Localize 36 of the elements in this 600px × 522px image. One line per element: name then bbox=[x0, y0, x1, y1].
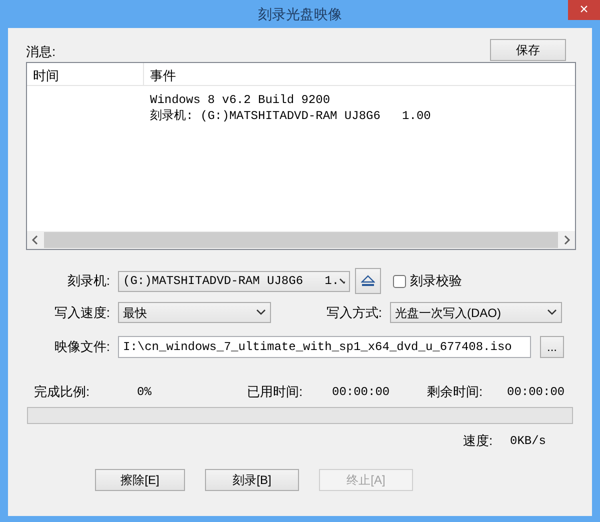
write-mode-dropdown[interactable]: 光盘一次写入(DAO) bbox=[390, 302, 562, 323]
write-mode-label: 写入方式: bbox=[325, 304, 383, 322]
remaining-label: 剩余时间: bbox=[427, 383, 484, 402]
action-button[interactable]: 擦除[E] bbox=[95, 469, 185, 491]
column-header[interactable]: 时间 bbox=[27, 63, 144, 85]
event-text: 刻录机: (G:)MATSHITADVD-RAM UJ8G6 1.00 bbox=[150, 109, 431, 123]
image-file-label: 映像文件: bbox=[53, 338, 111, 356]
image-file-field[interactable]: I:\cn_windows_7_ultimate_with_sp1_x64_dvd_u_677408.iso bbox=[118, 336, 531, 358]
write-speed-label: 写入速度: bbox=[53, 304, 111, 322]
elapsed-value: 00:00:00 bbox=[332, 384, 391, 401]
window-title: 刻录光盘映像 bbox=[258, 4, 342, 24]
chevron-icon bbox=[547, 309, 557, 316]
eject-icon bbox=[361, 275, 375, 287]
completion-value: 0% bbox=[137, 384, 152, 401]
speed-label: 速度: bbox=[463, 432, 494, 450]
messages-label: 消息: bbox=[26, 42, 56, 60]
write-speed-dropdown[interactable]: 最快 bbox=[118, 302, 271, 323]
eject-button[interactable] bbox=[355, 268, 381, 294]
completion-label: 完成比例: bbox=[34, 383, 91, 402]
recorder-dropdown[interactable]: (G:)MATSHITADVD-RAM UJ8G6 1. bbox=[118, 270, 350, 292]
action-button[interactable]: 刻录[B] bbox=[205, 469, 299, 491]
chevron-icon bbox=[339, 278, 345, 284]
event-text: Windows 8 v6.2 Build 9200 bbox=[150, 93, 330, 107]
verify-label: 刻录校验 bbox=[410, 272, 462, 290]
recorder-label: 刻录机: bbox=[66, 272, 111, 290]
horizontal-scrollbar[interactable] bbox=[27, 231, 575, 249]
elapsed-label: 已用时间: bbox=[247, 383, 304, 402]
verify-checkbox[interactable] bbox=[393, 274, 406, 288]
column-header[interactable]: 事件 bbox=[144, 63, 182, 85]
scrollbar-thumb[interactable] bbox=[44, 232, 558, 248]
speed-value: 0KB/s bbox=[510, 433, 546, 450]
browse-button[interactable]: ... bbox=[540, 336, 564, 358]
save-button[interactable]: 保存 bbox=[490, 39, 566, 61]
close-button[interactable]: × bbox=[568, 0, 600, 20]
chevron-icon bbox=[256, 309, 266, 316]
remaining-value: 00:00:00 bbox=[507, 384, 565, 401]
